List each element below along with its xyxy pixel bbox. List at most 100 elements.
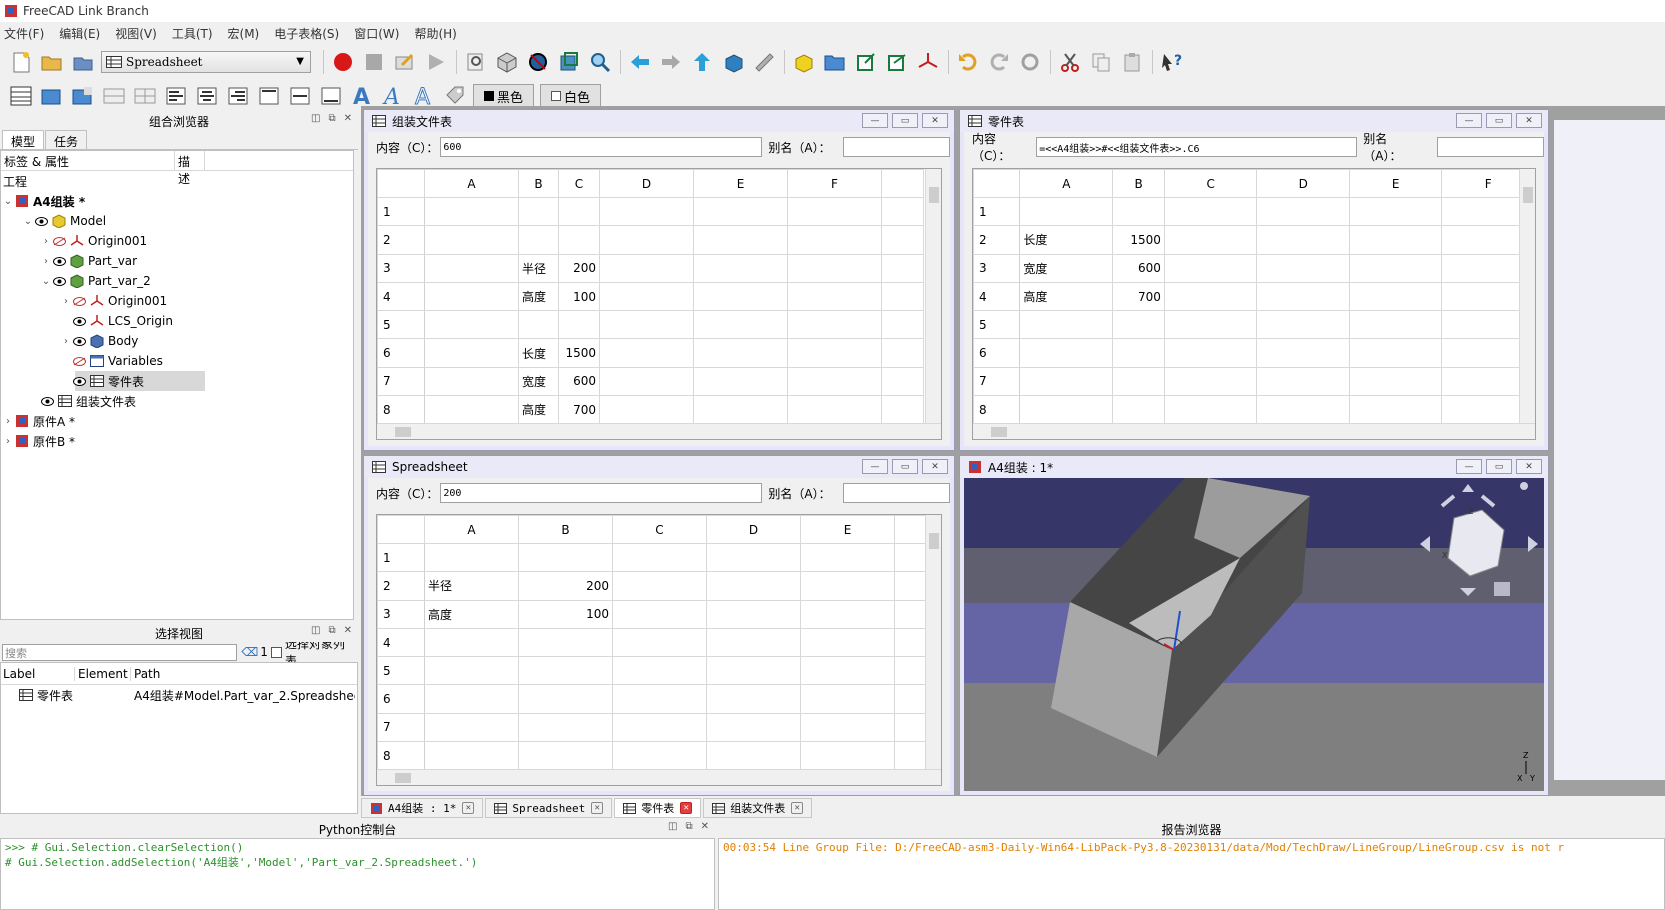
cell[interactable]: [800, 599, 895, 629]
cell[interactable]: [599, 196, 694, 227]
tree-item-body[interactable]: › Body: [1, 331, 353, 351]
cell[interactable]: [1019, 395, 1114, 425]
pick-list-checkbox[interactable]: [270, 646, 282, 658]
align-center-icon[interactable]: [194, 83, 220, 109]
maximize-icon[interactable]: ▭: [1486, 459, 1512, 474]
cell[interactable]: 200: [518, 571, 613, 601]
tree-item-model[interactable]: ⌄ Model: [1, 211, 353, 231]
open-file-icon[interactable]: [39, 49, 65, 75]
corner-cell[interactable]: [973, 169, 1021, 198]
cell[interactable]: [881, 225, 924, 255]
eye-icon[interactable]: [53, 256, 66, 266]
cell[interactable]: [518, 225, 559, 255]
cell[interactable]: 长度: [1019, 225, 1114, 255]
cell[interactable]: [1112, 196, 1165, 227]
cell[interactable]: [599, 395, 694, 425]
eye-hidden-icon[interactable]: [53, 236, 66, 246]
row-header[interactable]: 6: [377, 684, 425, 714]
close-tab-icon[interactable]: ✕: [591, 802, 604, 814]
cell[interactable]: [787, 338, 882, 368]
cell[interactable]: [1112, 310, 1165, 340]
tab-tasks[interactable]: 任务: [45, 130, 88, 149]
row-header[interactable]: 1: [377, 196, 425, 227]
cell[interactable]: 宽度: [1019, 253, 1114, 283]
column-header[interactable]: D: [599, 169, 694, 198]
column-header[interactable]: D: [706, 515, 801, 544]
cell[interactable]: [518, 310, 559, 340]
column-header[interactable]: A: [424, 169, 519, 198]
eye-icon[interactable]: [35, 216, 48, 226]
row-header[interactable]: 2: [377, 225, 425, 255]
cell[interactable]: [599, 253, 694, 283]
maximize-icon[interactable]: ▭: [892, 459, 918, 474]
close-tab-icon[interactable]: ✕: [462, 802, 475, 814]
cell[interactable]: [612, 684, 707, 714]
row-header[interactable]: 3: [377, 599, 425, 629]
close-icon[interactable]: ✕: [922, 459, 948, 474]
chevron-right-icon[interactable]: ›: [59, 296, 73, 307]
chevron-down-icon[interactable]: ⌄: [1, 196, 15, 207]
draw-style-icon[interactable]: [525, 49, 551, 75]
cell[interactable]: [693, 366, 788, 397]
cell[interactable]: [612, 741, 707, 771]
column-header[interactable]: [881, 169, 924, 198]
cell[interactable]: [881, 253, 924, 283]
row-header[interactable]: 4: [973, 281, 1021, 312]
cell[interactable]: 100: [518, 599, 613, 629]
split-cells-icon[interactable]: [132, 83, 158, 109]
cell[interactable]: 宽度: [518, 366, 559, 397]
cell[interactable]: [1112, 338, 1165, 368]
tree-item-origin001-b[interactable]: › Origin001: [1, 291, 353, 311]
row-header[interactable]: 2: [973, 225, 1021, 255]
view-fit-icon[interactable]: [463, 49, 489, 75]
cell[interactable]: [1163, 281, 1258, 312]
alias-input[interactable]: [1437, 137, 1544, 157]
merge-cells-icon[interactable]: [101, 83, 127, 109]
cell[interactable]: [558, 225, 600, 255]
up-arrow-icon[interactable]: [689, 49, 715, 75]
row-header[interactable]: 1: [377, 542, 425, 573]
row-header[interactable]: 5: [377, 310, 425, 340]
column-header[interactable]: D: [1256, 169, 1350, 198]
eye-hidden-icon[interactable]: [73, 296, 86, 306]
minimize-icon[interactable]: —: [1456, 459, 1482, 474]
cell[interactable]: [1112, 395, 1165, 425]
cell[interactable]: 高度: [518, 395, 559, 425]
cell[interactable]: 长度: [518, 338, 559, 368]
cell[interactable]: [424, 281, 519, 312]
row-header[interactable]: 7: [377, 712, 425, 743]
clear-search-icon[interactable]: ⌫: [241, 645, 258, 659]
row-header[interactable]: 1: [973, 196, 1021, 227]
cell[interactable]: [1019, 338, 1114, 368]
cell[interactable]: [558, 310, 600, 340]
cell[interactable]: [706, 684, 801, 714]
paste-icon[interactable]: [1119, 49, 1145, 75]
search-input[interactable]: 搜索: [2, 643, 238, 661]
cell[interactable]: [1256, 366, 1350, 397]
cell[interactable]: [787, 395, 882, 425]
cell[interactable]: [787, 281, 882, 312]
cell[interactable]: [424, 366, 519, 397]
tab-spreadsheet[interactable]: Spreadsheet ✕: [485, 798, 613, 818]
cell[interactable]: [787, 196, 882, 227]
menu-view[interactable]: 视图(V): [115, 25, 157, 42]
cell[interactable]: [881, 395, 924, 425]
cell[interactable]: [612, 542, 707, 573]
cell[interactable]: [1348, 253, 1443, 283]
row-header[interactable]: 3: [377, 253, 425, 283]
cell[interactable]: [800, 712, 895, 743]
restore-icon[interactable]: ◫: [311, 625, 320, 636]
bounding-box-icon[interactable]: [556, 49, 582, 75]
chevron-right-icon[interactable]: ›: [1, 436, 15, 447]
forward-arrow-icon[interactable]: [658, 49, 684, 75]
column-label[interactable]: Label: [1, 666, 75, 681]
export-sheet-icon[interactable]: [70, 83, 96, 109]
cell[interactable]: [518, 712, 613, 743]
record-macro-icon[interactable]: [330, 49, 356, 75]
eye-icon[interactable]: [73, 316, 86, 326]
column-header[interactable]: C: [558, 169, 600, 198]
tab-parts-table[interactable]: 零件表 ✕: [614, 798, 702, 818]
workbench-selector[interactable]: Spreadsheet ▼: [101, 51, 311, 73]
cut-icon[interactable]: [1057, 49, 1083, 75]
cell[interactable]: [424, 196, 519, 227]
